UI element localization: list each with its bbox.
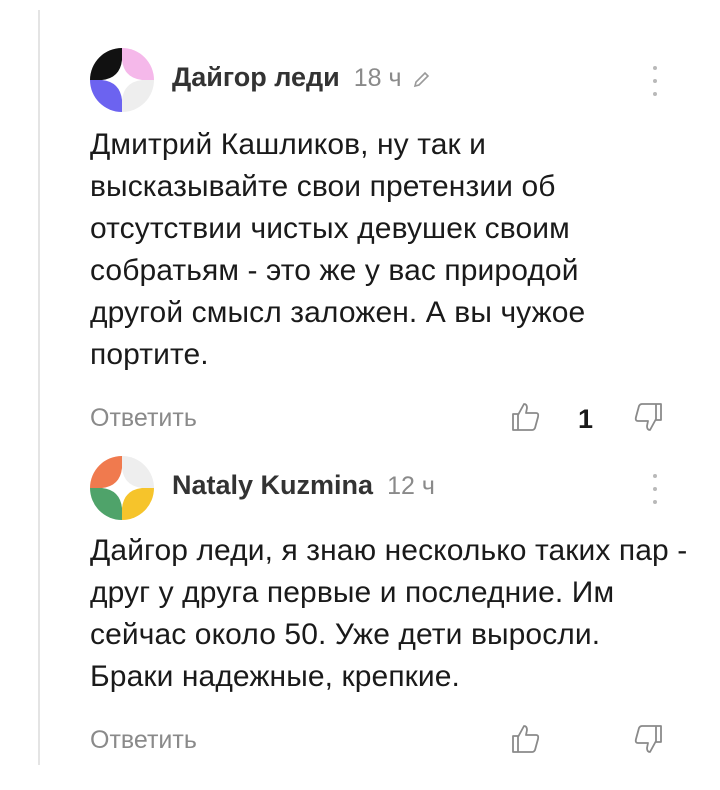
thumbs-down-icon[interactable] [632,400,666,434]
comment: Nataly Kuzmina 12 ч Дайгор леди, я знаю … [90,456,687,762]
avatar[interactable] [90,456,154,520]
comment-text: Дайгор леди, я знаю несколько таких пар … [90,534,688,693]
more-vertical-icon[interactable] [650,474,660,504]
comment-actions: Ответить 1 [90,400,680,440]
thumbs-up-icon[interactable] [508,722,542,756]
like-count: 1 [578,404,594,434]
author-line: Дайгор леди 18 ч [172,62,430,93]
pencil-icon [413,71,429,88]
comment-text: Дмитрий Кашликов, ну так и высказывайте … [90,128,586,371]
comment-actions: Ответить [90,722,680,762]
thumbs-down-icon[interactable] [632,722,666,756]
comment-header: Nataly Kuzmina 12 ч [90,456,680,520]
reply-button[interactable]: Ответить [90,726,197,755]
timestamp: 12 ч [387,472,435,500]
thumbs-up-icon[interactable] [508,400,542,434]
author-line: Nataly Kuzmina 12 ч [172,470,435,501]
thread-line [38,10,40,765]
comment: Дайгор леди 18 ч Дмитрий Кашликов, ну та… [90,48,680,440]
more-vertical-icon[interactable] [650,66,660,96]
timestamp: 18 ч [353,64,402,92]
reply-button[interactable]: Ответить [90,404,197,433]
avatar[interactable] [90,48,154,112]
author-name[interactable]: Дайгор леди [172,62,340,93]
author-name[interactable]: Nataly Kuzmina [172,470,373,501]
comment-header: Дайгор леди 18 ч [90,48,680,112]
